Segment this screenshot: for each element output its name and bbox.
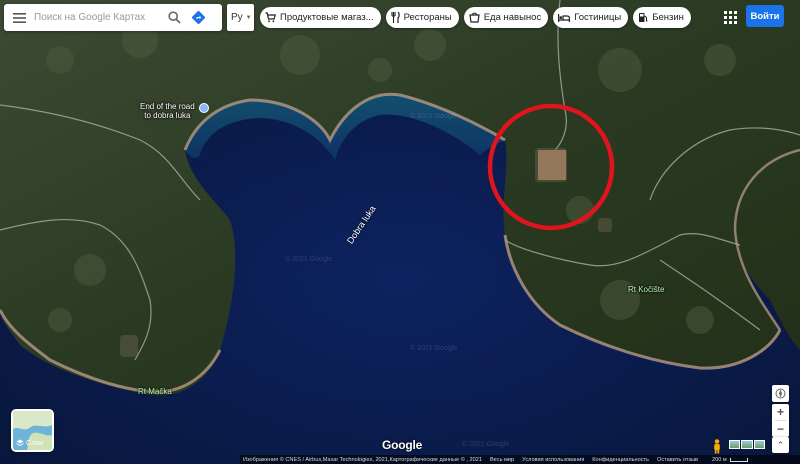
directions-button[interactable] bbox=[186, 4, 210, 31]
footer-link-world[interactable]: Весь мир bbox=[490, 457, 514, 463]
takeout-icon bbox=[469, 12, 480, 23]
imagery-thumbnail[interactable] bbox=[729, 440, 741, 449]
zoom-controls: + − bbox=[772, 404, 789, 437]
chevron-down-icon: ▼ bbox=[245, 14, 252, 21]
fork-knife-icon bbox=[391, 12, 400, 23]
scale-label: 200 м bbox=[711, 456, 727, 463]
quarry bbox=[538, 150, 566, 180]
search-input[interactable] bbox=[34, 12, 162, 23]
cart-icon bbox=[265, 12, 276, 23]
scale-line bbox=[729, 457, 748, 462]
label-cape-west[interactable]: Rt Mačka bbox=[138, 387, 172, 396]
watermark: © 2021 Google bbox=[410, 113, 458, 120]
chip-fuel[interactable]: Бензин bbox=[633, 7, 691, 28]
imagery-thumbnail[interactable] bbox=[753, 440, 765, 449]
location-pin-icon[interactable] bbox=[199, 103, 209, 113]
footer-link-terms[interactable]: Условия использования bbox=[522, 457, 584, 463]
compass-button[interactable] bbox=[772, 385, 789, 402]
menu-button[interactable] bbox=[4, 4, 34, 31]
apps-grid-icon[interactable] bbox=[722, 9, 738, 25]
chevron-up-icon: ⌃ bbox=[776, 439, 785, 450]
expand-button[interactable]: ⌃ bbox=[772, 437, 789, 453]
layers-label: Слои bbox=[16, 439, 43, 447]
footer-link-feedback[interactable]: Оставить отзыв bbox=[657, 457, 698, 463]
chip-takeout[interactable]: Еда навынос bbox=[463, 7, 549, 28]
search-button[interactable] bbox=[162, 4, 186, 31]
watermark: © 2021 Google bbox=[285, 256, 333, 263]
footer-link-privacy[interactable]: Конфиденциальность bbox=[592, 457, 649, 463]
zoom-out-button[interactable]: − bbox=[772, 421, 789, 437]
google-logo: Google bbox=[382, 438, 423, 452]
directions-icon bbox=[191, 11, 205, 24]
label-road-end[interactable]: End of the road to dobra luka bbox=[140, 102, 195, 120]
imagery-thumbnails[interactable] bbox=[729, 440, 765, 449]
compass-icon bbox=[775, 388, 786, 399]
hamburger-icon bbox=[12, 12, 26, 23]
map-footer: Изображения © CNES / Airbus,Maxar Techno… bbox=[240, 455, 800, 464]
language-button[interactable]: Ру ▼ bbox=[227, 4, 254, 31]
bed-icon bbox=[558, 13, 571, 22]
layers-button[interactable]: Слои bbox=[11, 409, 54, 452]
chip-groceries[interactable]: Продуктовые магаз... bbox=[260, 7, 381, 28]
search-box bbox=[4, 4, 222, 31]
search-icon bbox=[167, 11, 181, 24]
pegman-icon[interactable] bbox=[711, 439, 723, 454]
zoom-in-button[interactable]: + bbox=[772, 404, 789, 420]
layers-icon bbox=[16, 439, 24, 447]
chip-hotels[interactable]: Гостиницы bbox=[553, 7, 629, 28]
chip-restaurants[interactable]: Рестораны bbox=[385, 7, 459, 28]
watermark: © 2021 Google bbox=[410, 345, 458, 352]
scale-bar[interactable]: 200 м bbox=[712, 457, 748, 463]
imagery-thumbnail[interactable] bbox=[741, 440, 753, 449]
satellite-map[interactable] bbox=[0, 0, 800, 464]
fuel-icon bbox=[639, 13, 648, 22]
category-chips: Продуктовые магаз... Рестораны Еда навын… bbox=[260, 7, 691, 28]
label-cape-east[interactable]: Rt Kočište bbox=[628, 285, 664, 294]
sign-in-button[interactable]: Войти bbox=[746, 5, 784, 27]
watermark: © 2021 Google bbox=[462, 441, 510, 448]
attribution-text: Изображения © CNES / Airbus,Maxar Techno… bbox=[243, 456, 482, 463]
